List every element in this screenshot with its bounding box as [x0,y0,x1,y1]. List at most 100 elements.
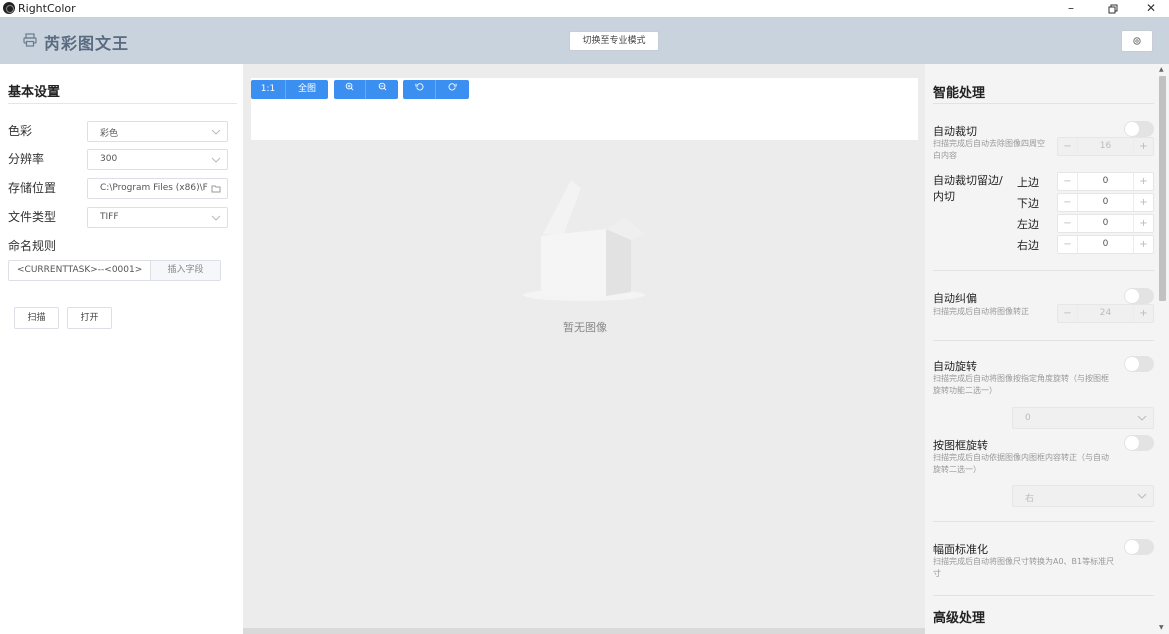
app-brand: 芮彩图文王 [44,34,130,53]
empty-box-icon [523,180,645,301]
switch-pro-mode-button[interactable]: 切换至专业模式 [569,31,659,51]
scan-button[interactable]: 扫描 [14,307,59,329]
chevron-down-icon [211,215,221,221]
auto-rotate-label: 自动旋转 [933,360,977,373]
divider [933,103,1154,104]
naming-rule-field[interactable]: <CURRENTTASK>--<0001> 插入字段 [8,260,221,281]
frame-rotate-direction-value: 右 [1025,494,1035,504]
deskew-value[interactable]: 24 [1078,305,1133,322]
top-edge-stepper[interactable]: − 0 + [1057,172,1154,191]
increment-button[interactable]: + [1133,215,1153,232]
left-edge-stepper[interactable]: − 0 + [1057,214,1154,233]
resolution-select[interactable]: 300 [87,149,228,170]
storage-path-field[interactable]: C:\Program Files (x86)\F [87,178,228,199]
vertical-scrollbar[interactable]: ▲ ▼ [1156,64,1169,634]
fit-window-button[interactable]: 全图 [286,80,328,99]
view-button-group: 1:1 全图 [251,80,328,99]
divider [933,521,1154,522]
zoom-button-group [334,80,398,99]
rotate-angle-select[interactable]: 0 [1012,407,1154,429]
close-button[interactable]: ✕ [1136,0,1166,17]
rotate-right-icon [448,83,457,91]
filetype-label: 文件类型 [8,210,57,224]
window-title: RightColor [18,2,76,15]
scroll-thumb[interactable] [1159,76,1166,301]
decrement-button[interactable]: − [1058,305,1078,322]
decrement-button[interactable]: − [1058,194,1078,211]
color-value: 彩色 [100,129,119,139]
settings-button[interactable] [1121,30,1153,52]
gear-icon [1133,37,1141,45]
folder-icon[interactable] [211,184,221,194]
auto-rotate-toggle[interactable] [1124,356,1154,372]
printer-icon [23,33,37,47]
chevron-down-icon [211,129,221,135]
increment-button[interactable]: + [1133,305,1153,322]
crop-margin-label-2: 内切 [933,190,955,203]
normalize-toggle[interactable] [1124,539,1154,555]
right-edge-value[interactable]: 0 [1078,236,1133,253]
frame-rotate-desc: 扫描完成后自动依据图像内图框内容转正（与自动旋转二选一） [933,453,1109,474]
auto-crop-toggle[interactable] [1124,121,1154,137]
decrement-button[interactable]: − [1058,173,1078,190]
increment-button[interactable]: + [1133,138,1153,155]
bottom-edge-value[interactable]: 0 [1078,194,1133,211]
increment-button[interactable]: + [1133,194,1153,211]
normalize-label: 幅面标准化 [933,543,988,556]
color-select[interactable]: 彩色 [87,121,228,142]
auto-crop-stepper[interactable]: − 16 + [1057,137,1154,156]
title-bar: RightColor – ✕ [0,0,1169,17]
basic-settings-panel: 基本设置 色彩 彩色 分辨率 300 存储位置 C:\Program Files… [0,64,243,634]
deskew-toggle[interactable] [1124,288,1154,304]
rotate-left-icon [414,83,423,91]
deskew-stepper[interactable]: − 24 + [1057,304,1154,323]
top-edge-label: 上边 [1017,176,1039,189]
horizontal-scrollbar[interactable] [243,628,925,634]
actual-size-button[interactable]: 1:1 [251,80,286,99]
restore-button[interactable] [1098,0,1128,17]
decrement-button[interactable]: − [1058,215,1078,232]
chevron-down-icon [1137,415,1147,421]
decrement-button[interactable]: − [1058,138,1078,155]
app-logo-icon [3,2,15,14]
frame-rotate-direction-select[interactable]: 右 [1012,485,1154,507]
increment-button[interactable]: + [1133,236,1153,253]
crop-margin-label-1: 自动裁切留边/ [933,174,1003,187]
right-edge-stepper[interactable]: − 0 + [1057,235,1154,254]
top-edge-value[interactable]: 0 [1078,173,1133,190]
scroll-down-arrow-icon[interactable]: ▼ [1159,624,1164,631]
rotate-left-button[interactable] [403,80,436,99]
auto-rotate-desc: 扫描完成后自动将图像按指定角度旋转（与按图框旋转功能二选一） [933,374,1109,395]
increment-button[interactable]: + [1133,173,1153,190]
minimize-button[interactable]: – [1056,0,1086,17]
divider [933,595,1154,596]
smart-processing-title: 智能处理 [933,86,986,101]
deskew-desc: 扫描完成后自动将图像转正 [933,307,1029,316]
scroll-up-arrow-icon[interactable]: ▲ [1159,66,1164,73]
storage-path-value: C:\Program Files (x86)\F [100,183,208,193]
normalize-desc: 扫描完成后自动将图像尺寸转换为A0、B1等标准尺寸 [933,557,1115,578]
zoom-in-button[interactable] [334,80,366,99]
bottom-edge-label: 下边 [1017,197,1039,210]
right-edge-label: 右边 [1017,239,1039,252]
frame-rotate-toggle[interactable] [1124,435,1154,451]
filetype-value: TIFF [100,212,119,222]
advanced-processing-title: 高级处理 [933,611,986,626]
divider [8,103,237,104]
filetype-select[interactable]: TIFF [87,207,228,228]
divider [933,340,1154,341]
left-edge-value[interactable]: 0 [1078,215,1133,232]
decrement-button[interactable]: − [1058,236,1078,253]
zoom-out-icon [378,82,386,91]
open-button[interactable]: 打开 [67,307,112,329]
smart-processing-panel: 智能处理 自动裁切 扫描完成后自动去除图像四周空白内容 − 16 + 自动裁切留… [925,64,1169,634]
empty-state-text: 暂无图像 [563,321,607,334]
auto-crop-value[interactable]: 16 [1078,138,1133,155]
rotate-right-button[interactable] [436,80,469,99]
zoom-out-button[interactable] [366,80,398,99]
restore-icon [1108,4,1118,14]
resolution-value: 300 [100,154,118,164]
insert-field-button[interactable]: 插入字段 [150,261,220,280]
basic-settings-title: 基本设置 [8,85,61,100]
bottom-edge-stepper[interactable]: − 0 + [1057,193,1154,212]
